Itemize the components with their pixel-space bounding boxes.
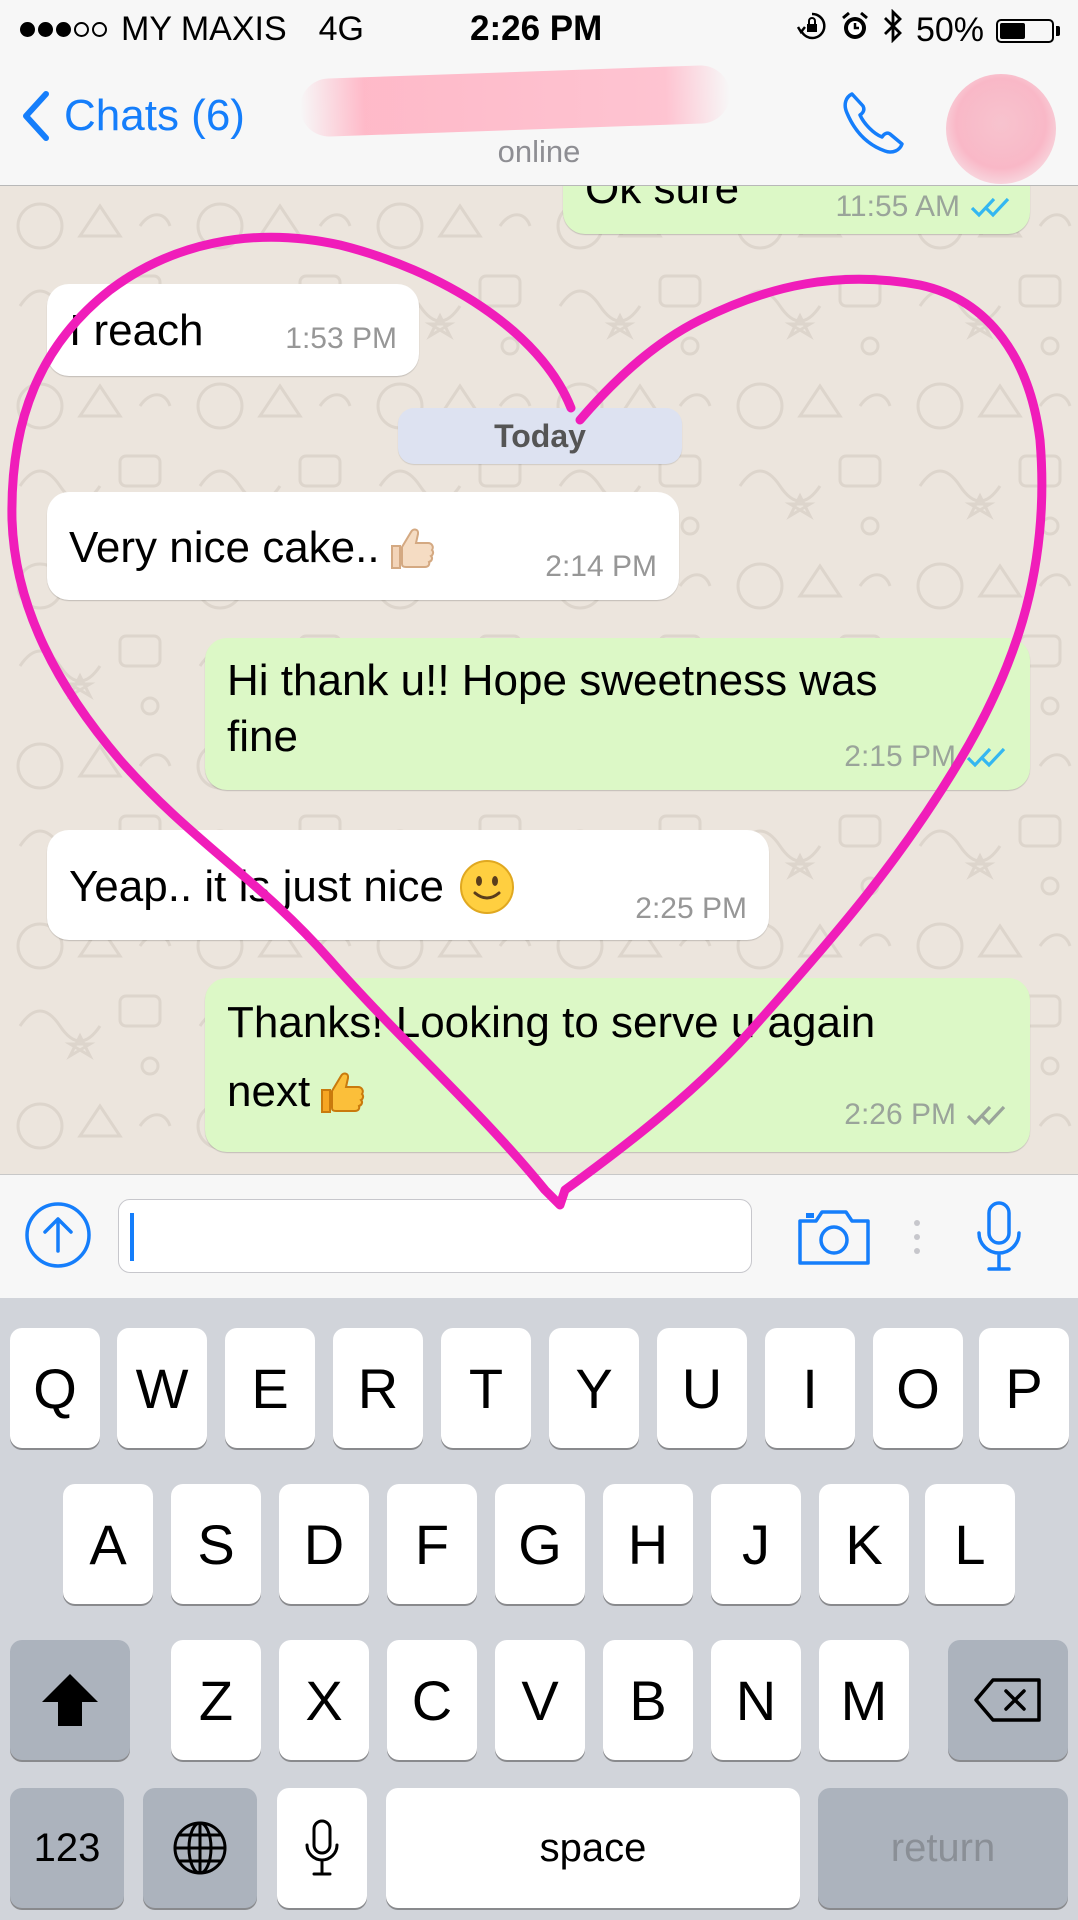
key-n[interactable]: N bbox=[711, 1640, 801, 1760]
battery-percent: 50% bbox=[915, 11, 984, 49]
message-incoming[interactable]: I reach 1:53 PM bbox=[47, 284, 419, 376]
delete-key[interactable] bbox=[948, 1640, 1068, 1760]
shift-key[interactable] bbox=[10, 1640, 130, 1760]
key-x[interactable]: X bbox=[279, 1640, 369, 1760]
alarm-icon bbox=[840, 10, 870, 51]
key-q[interactable]: Q bbox=[10, 1328, 100, 1448]
message-incoming[interactable]: Very nice cake.. 2:14 PM bbox=[47, 492, 679, 600]
key-s[interactable]: S bbox=[171, 1484, 261, 1604]
message-input[interactable] bbox=[118, 1199, 752, 1273]
key-b[interactable]: B bbox=[603, 1640, 693, 1760]
message-time: 11:55 AM bbox=[835, 190, 960, 223]
dictation-key[interactable] bbox=[277, 1788, 367, 1908]
numbers-key[interactable]: 123 bbox=[10, 1788, 124, 1908]
network-type: 4G bbox=[318, 10, 364, 48]
phone-icon bbox=[843, 92, 904, 154]
message-outgoing[interactable]: Hi thank u!! Hope sweetness was fine 2:1… bbox=[205, 638, 1030, 790]
key-c[interactable]: C bbox=[387, 1640, 477, 1760]
key-p[interactable]: P bbox=[979, 1328, 1069, 1448]
key-u[interactable]: U bbox=[657, 1328, 747, 1448]
key-a[interactable]: A bbox=[63, 1484, 153, 1604]
key-r[interactable]: R bbox=[333, 1328, 423, 1448]
delivered-ticks-icon bbox=[966, 1105, 1006, 1126]
message-text: I reach bbox=[69, 306, 204, 355]
key-i[interactable]: I bbox=[765, 1328, 855, 1448]
more-options-dots-icon bbox=[912, 1217, 922, 1262]
globe-icon bbox=[173, 1821, 227, 1875]
message-text: Yeap.. it is just nice bbox=[69, 862, 445, 911]
globe-key[interactable] bbox=[143, 1788, 257, 1908]
space-key[interactable]: space bbox=[386, 1788, 800, 1908]
backspace-icon bbox=[974, 1678, 1041, 1722]
key-d[interactable]: D bbox=[279, 1484, 369, 1604]
key-k[interactable]: K bbox=[819, 1484, 909, 1604]
signal-dots-icon bbox=[20, 22, 107, 37]
read-ticks-icon bbox=[966, 747, 1006, 768]
message-time: 2:14 PM bbox=[545, 550, 657, 583]
message-time: 2:26 PM bbox=[844, 1098, 956, 1131]
avatar[interactable] bbox=[946, 74, 1056, 184]
camera-icon bbox=[798, 1210, 870, 1265]
message-text: Very nice cake.. bbox=[69, 523, 380, 572]
composer-bar bbox=[0, 1174, 1078, 1299]
key-l[interactable]: L bbox=[925, 1484, 1015, 1604]
shift-arrow-icon bbox=[42, 1674, 98, 1726]
attach-button[interactable] bbox=[24, 1201, 92, 1274]
slightly-smiling-face-icon bbox=[460, 860, 515, 914]
contact-name-redacted[interactable] bbox=[299, 64, 731, 138]
date-divider: Today bbox=[398, 408, 682, 464]
key-v[interactable]: V bbox=[495, 1640, 585, 1760]
thumbs-up-icon bbox=[321, 1072, 365, 1113]
message-text-line2: next bbox=[227, 1067, 311, 1116]
message-time: 1:53 PM bbox=[285, 322, 397, 355]
microphone-icon bbox=[305, 1819, 339, 1876]
clock: 2:26 PM bbox=[470, 9, 603, 48]
call-button[interactable] bbox=[838, 88, 908, 163]
battery-icon bbox=[996, 18, 1060, 43]
key-e[interactable]: E bbox=[225, 1328, 315, 1448]
bluetooth-icon bbox=[882, 8, 904, 52]
key-m[interactable]: M bbox=[819, 1640, 909, 1760]
key-w[interactable]: W bbox=[117, 1328, 207, 1448]
message-time: 2:15 PM bbox=[844, 740, 956, 773]
message-list[interactable]: Ok sure 11:55 AM I reach 1:53 PM Today V… bbox=[0, 186, 1078, 1174]
return-key[interactable]: return bbox=[818, 1788, 1068, 1908]
message-text: Ok sure bbox=[585, 186, 740, 213]
read-ticks-icon bbox=[970, 197, 1010, 218]
key-j[interactable]: J bbox=[711, 1484, 801, 1604]
key-z[interactable]: Z bbox=[171, 1640, 261, 1760]
status-bar: MY MAXIS 4G 2:26 PM 50% bbox=[0, 0, 1078, 60]
message-time: 2:25 PM bbox=[635, 892, 747, 925]
key-y[interactable]: Y bbox=[549, 1328, 639, 1448]
message-outgoing[interactable]: Ok sure 11:55 AM bbox=[563, 186, 1030, 234]
text-caret bbox=[130, 1213, 134, 1261]
upload-icon bbox=[25, 1202, 91, 1268]
key-f[interactable]: F bbox=[387, 1484, 477, 1604]
orientation-lock-icon bbox=[796, 10, 828, 51]
carrier-name: MY MAXIS bbox=[121, 10, 287, 48]
message-text-line1: Hi thank u!! Hope sweetness was bbox=[227, 656, 878, 705]
key-t[interactable]: T bbox=[441, 1328, 531, 1448]
key-g[interactable]: G bbox=[495, 1484, 585, 1604]
message-text-line1: Thanks! Looking to serve u again bbox=[227, 998, 876, 1047]
message-outgoing[interactable]: Thanks! Looking to serve u again next 2:… bbox=[205, 978, 1030, 1152]
voice-message-button[interactable] bbox=[972, 1199, 1026, 1280]
key-o[interactable]: O bbox=[873, 1328, 963, 1448]
message-incoming[interactable]: Yeap.. it is just nice 2:25 PM bbox=[47, 830, 769, 940]
keyboard: Q W E R T Y U I O P A S D F G H J K L Z … bbox=[0, 1298, 1078, 1920]
contact-status: online bbox=[497, 134, 581, 169]
camera-button[interactable] bbox=[796, 1207, 872, 1272]
chat-header: Chats (6) online bbox=[0, 60, 1078, 186]
microphone-icon bbox=[977, 1201, 1021, 1271]
key-h[interactable]: H bbox=[603, 1484, 693, 1604]
message-text-line2: fine bbox=[227, 712, 298, 761]
thumbs-up-light-icon bbox=[390, 528, 434, 569]
